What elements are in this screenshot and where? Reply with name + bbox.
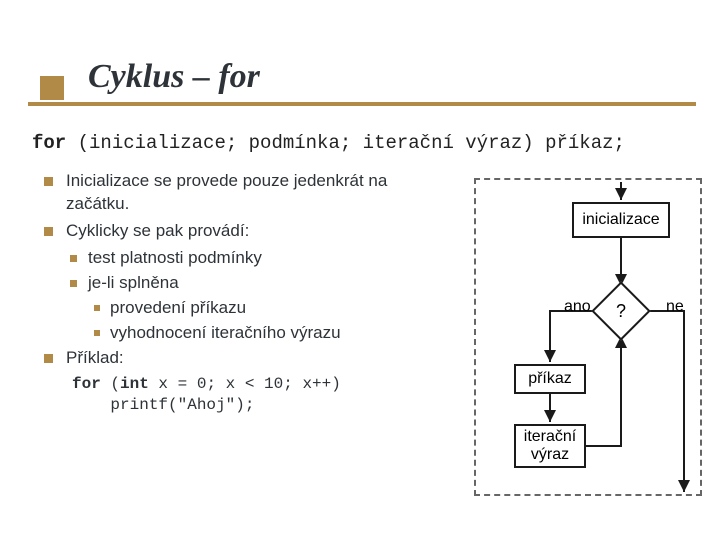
syntax-rest: (inicializace; podmínka; iterační výraz)… [66,132,625,154]
example-kw-int: int [120,375,149,393]
syntax-keyword: for [32,132,66,154]
flow-label-yes: ano [564,298,591,316]
bullet-l2: je-li splněna [44,272,444,295]
flow-decision-label: ? [600,290,642,332]
title-block: Cyklus – for [0,58,720,106]
bullet-l2: test platnosti podmínky [44,247,444,270]
code-example: for (int x = 0; x < 10; x++) printf("Aho… [72,374,444,417]
bullet-list: Inicializace se provede pouze jedenkrát … [44,170,444,417]
flow-decision: ? [600,290,642,332]
flow-box-init: inicializace [572,202,670,238]
slide-title: Cyklus – for [88,58,720,96]
accent-square [40,76,64,100]
example-kw-for: for [72,375,101,393]
title-rule [28,102,696,106]
bullet-l1: Cyklicky se pak provádí: [44,220,444,243]
bullet-l1: Inicializace se provede pouze jedenkrát … [44,170,444,216]
bullet-l1: Příklad: [44,347,444,370]
bullet-l3: vyhodnocení iteračního výrazu [44,322,444,345]
flow-box-command: příkaz [514,364,586,394]
example-text: ( [101,375,120,393]
for-syntax-line: for (inicializace; podmínka; iterační vý… [32,132,625,154]
flowchart-frame: inicializace ? ano ne příkaz iterační vý… [474,178,702,496]
flow-label-no: ne [666,298,684,316]
flow-box-iteration: iterační výraz [514,424,586,468]
bullet-l3: provedení příkazu [44,297,444,320]
